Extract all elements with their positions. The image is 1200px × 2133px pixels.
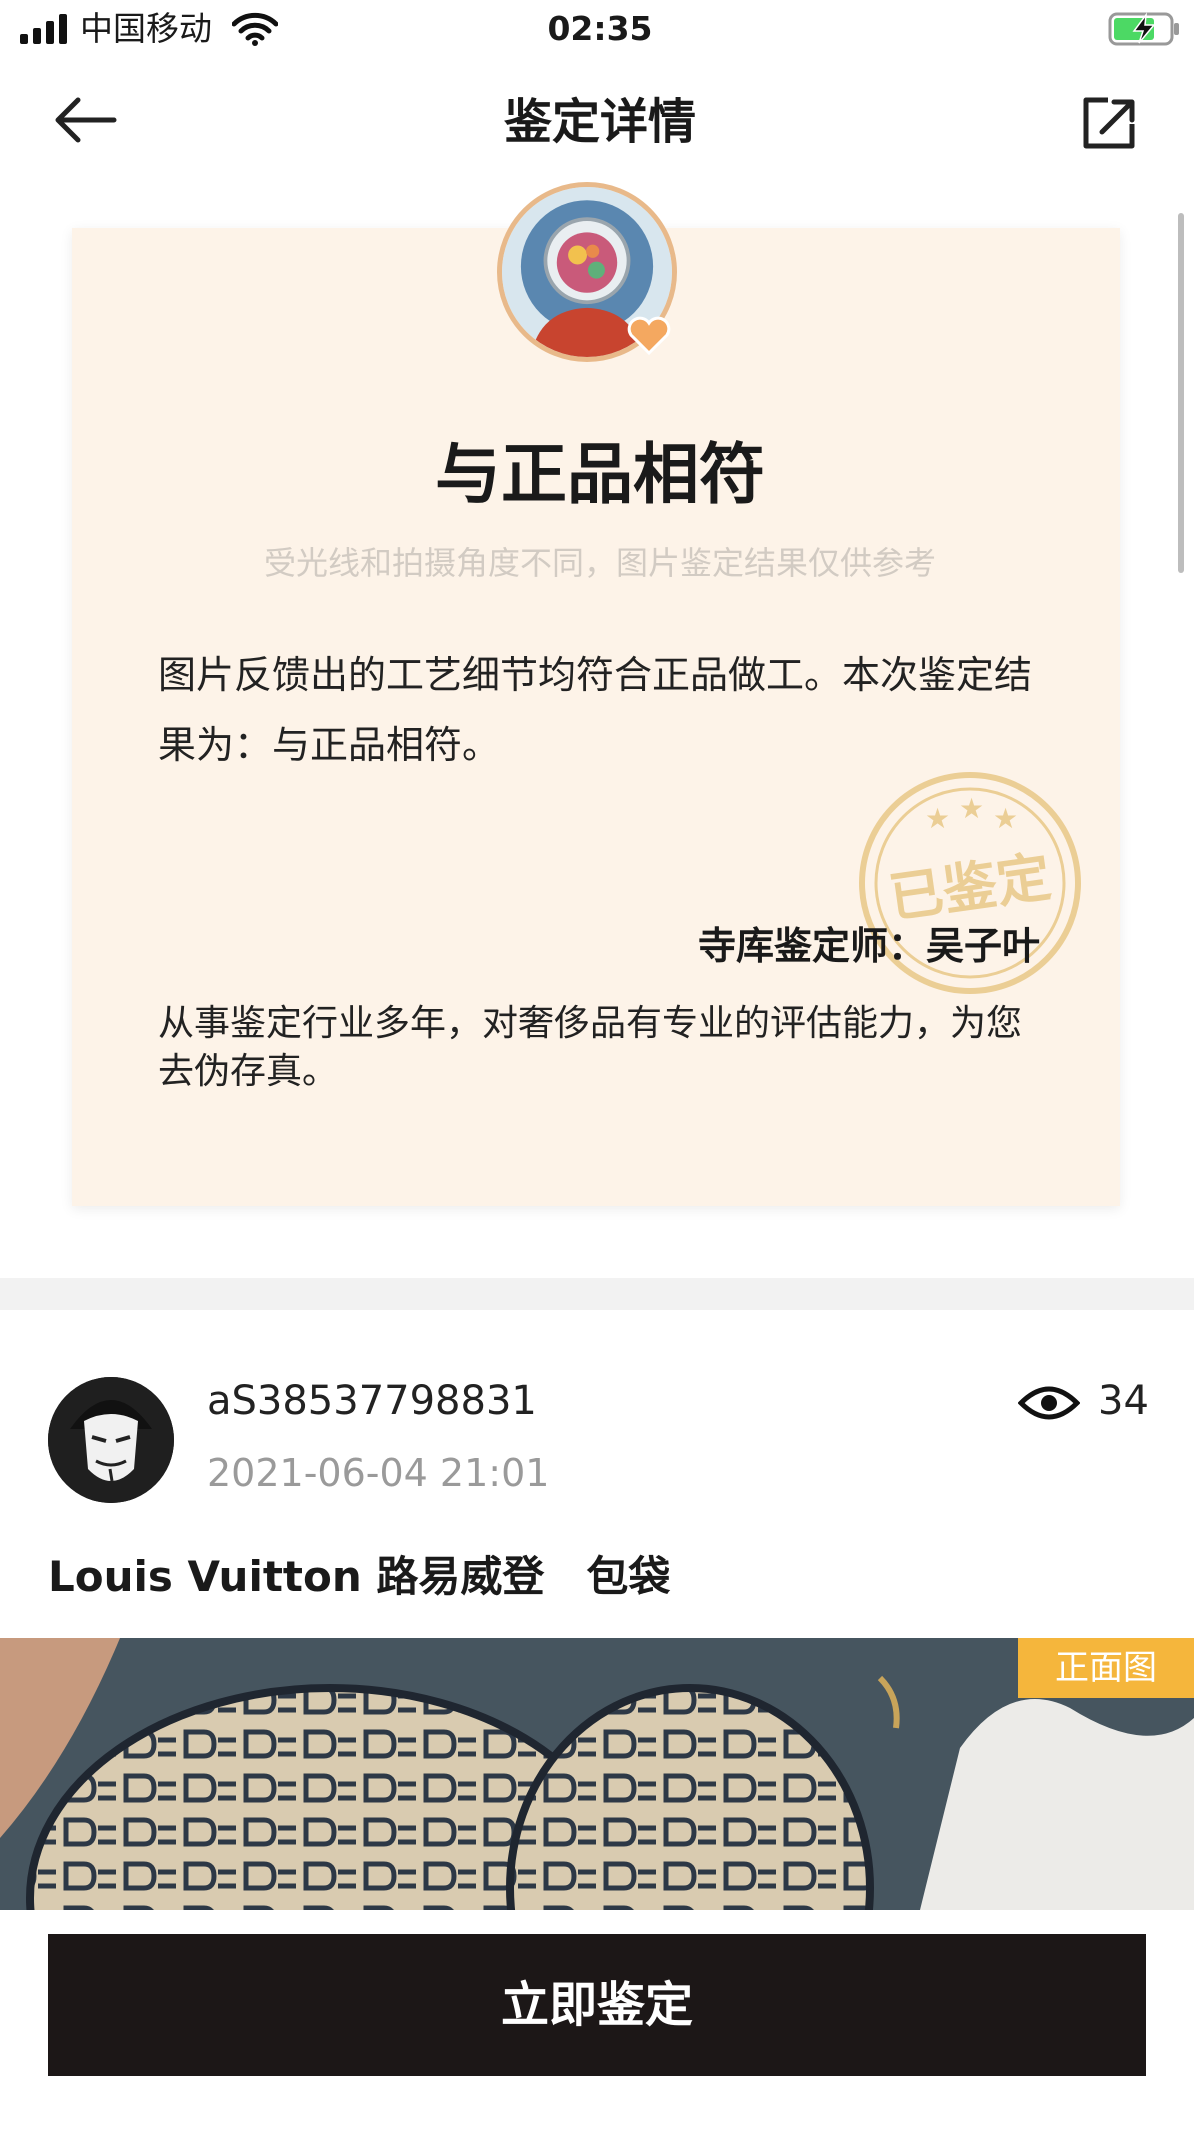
product-brand: Louis Vuitton 路易威登 [48, 1552, 545, 1601]
svg-text:★: ★ [993, 802, 1018, 835]
disclaimer-text: 受光线和拍摄角度不同，图片鉴定结果仅供参考 [263, 544, 936, 582]
scrollbar-thumb[interactable] [1178, 213, 1184, 573]
navigation-bar: 鉴定详情 [0, 70, 1200, 170]
appraiser-name: 寺库鉴定师：吴子叶 [697, 924, 1040, 968]
product-category: 包袋 [586, 1552, 671, 1601]
page-title: 鉴定详情 [503, 94, 696, 150]
status-bar: 中国移动 02:35 [0, 0, 1200, 60]
result-title: 与正品相符 [435, 436, 765, 513]
product-image[interactable] [0, 1638, 1194, 1910]
post-timestamp: 2021-06-04 21:01 [207, 1451, 550, 1495]
product-title: Louis Vuitton 路易威登 包袋 [48, 1548, 670, 1606]
user-avatar[interactable] [48, 1377, 174, 1503]
status-time: 02:35 [547, 9, 653, 48]
image-view-tag: 正面图 [1018, 1638, 1194, 1698]
stamp-text: 已鉴定 [885, 845, 1054, 930]
appraiser-bio: 从事鉴定行业多年，对奢侈品有专业的评估能力，为您去伪存真。 [158, 1003, 1023, 1092]
appraise-now-button[interactable]: 立即鉴定 [48, 1934, 1146, 2076]
svg-text:★: ★ [925, 802, 950, 835]
eye-icon [1018, 1386, 1080, 1420]
svg-text:★: ★ [959, 792, 984, 825]
result-description: 图片反馈出的工艺细节均符合正品做工。本次鉴定结果为：与正品相符。 [158, 653, 1033, 767]
section-divider [0, 1278, 1194, 1310]
battery-charging-icon [1108, 12, 1179, 46]
username[interactable]: aS38537798831 [207, 1375, 537, 1427]
share-icon[interactable] [1080, 92, 1140, 152]
verified-heart-icon [627, 316, 671, 355]
view-count: 34 [1098, 1378, 1149, 1424]
